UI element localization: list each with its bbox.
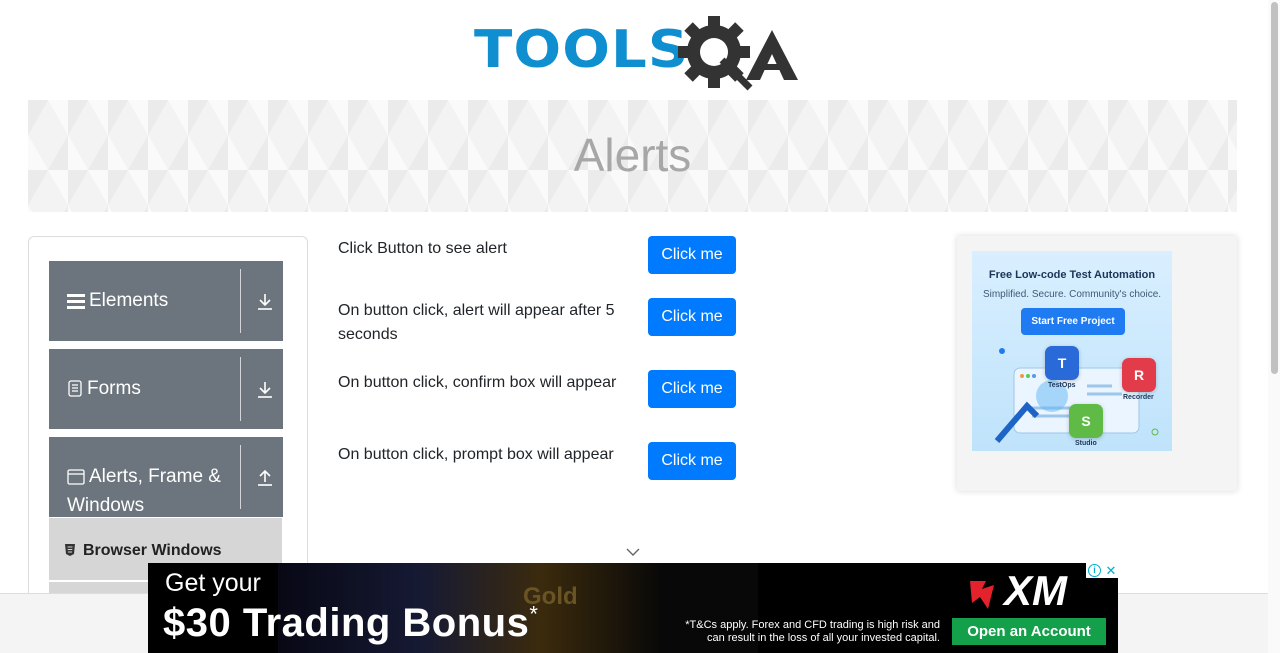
ad-disclaimer: *T&Cs apply. Forex and CFD trading is hi… (685, 619, 940, 644)
close-icon[interactable]: ✕ (1104, 563, 1118, 578)
sidebar-group-elements[interactable]: Elements (49, 261, 283, 341)
window-icon (67, 469, 85, 485)
confirm-row-text: On button click, confirm box will appear (338, 374, 617, 391)
xm-logo-icon (970, 581, 994, 609)
scrollbar-thumb[interactable] (1271, 2, 1278, 374)
sidebar-item-label: Browser Windows (83, 542, 222, 559)
document-icon (68, 380, 82, 398)
download-icon[interactable] (257, 293, 273, 311)
sidebar-group-label-line1: Alerts, Frame & (89, 466, 221, 487)
recorder-icon: R (1122, 358, 1156, 392)
ad-title: Free Low-code Test Automation (988, 269, 1156, 281)
xm-logo-text: XM (1004, 567, 1067, 614)
testops-icon: T (1045, 346, 1079, 380)
prompt-row-text: On button click, prompt box will appear (338, 446, 614, 463)
sidebar-group-label: Forms (87, 378, 141, 399)
toolsqa-logo[interactable]: TOOLS (474, 16, 798, 91)
studio-icon: S (1069, 404, 1103, 438)
vertical-scrollbar[interactable] (1268, 0, 1280, 653)
info-icon[interactable]: i (1088, 564, 1101, 577)
prompt-button[interactable]: Click me (648, 442, 736, 480)
ad-headline-bonus: $30 Trading Bonus (163, 601, 530, 645)
ad-subtitle: Simplified. Secure. Community's choice. (982, 289, 1162, 300)
ad-choices[interactable]: i ✕ (1086, 563, 1118, 578)
divider (240, 269, 241, 333)
ad-headline-line2: $30 Trading Bonus* (163, 601, 538, 646)
chevron-down-icon[interactable] (625, 547, 641, 557)
start-free-project-button[interactable]: Start Free Project (1021, 308, 1125, 335)
html5-icon (65, 544, 75, 556)
xm-logo: XM (966, 567, 1106, 615)
page-title: Alerts (573, 129, 692, 181)
alert-button[interactable]: Click me (648, 236, 736, 274)
page-banner: Alerts (28, 100, 1237, 212)
ad-headline-line1: Get your (165, 569, 261, 597)
divider (240, 357, 241, 421)
timer-alert-row-text: On button click, alert will appear after… (338, 302, 615, 343)
sidebar-group-alerts-frame-windows[interactable]: Alerts, Frame & Windows (49, 437, 283, 517)
studio-label: Studio (1075, 440, 1097, 447)
upload-icon[interactable] (257, 469, 273, 487)
bottom-ad[interactable]: Gold Get your $30 Trading Bonus* *T&Cs a… (148, 563, 1118, 653)
ad-card[interactable]: Free Low-code Test Automation Simplified… (972, 251, 1172, 451)
logo-text: TOOLS (474, 20, 690, 80)
download-icon[interactable] (257, 381, 273, 399)
confirm-button[interactable]: Click me (648, 370, 736, 408)
recorder-label: Recorder (1123, 394, 1154, 401)
ad-headline-asterisk: * (529, 601, 539, 627)
alert-row-text: Click Button to see alert (338, 240, 507, 257)
sidebar-group-label: Elements (89, 290, 169, 311)
timer-alert-button[interactable]: Click me (648, 298, 736, 336)
sidebar-group-label-line2: Windows (67, 495, 145, 516)
menu-icon (67, 293, 85, 309)
open-account-button[interactable]: Open an Account (952, 618, 1106, 645)
sidebar-group-forms[interactable]: Forms (49, 349, 283, 429)
side-ad[interactable]: Free Low-code Test Automation Simplified… (957, 236, 1237, 491)
divider (240, 445, 241, 509)
logo-a-letter (746, 30, 798, 80)
testops-label: TestOps (1048, 382, 1076, 389)
